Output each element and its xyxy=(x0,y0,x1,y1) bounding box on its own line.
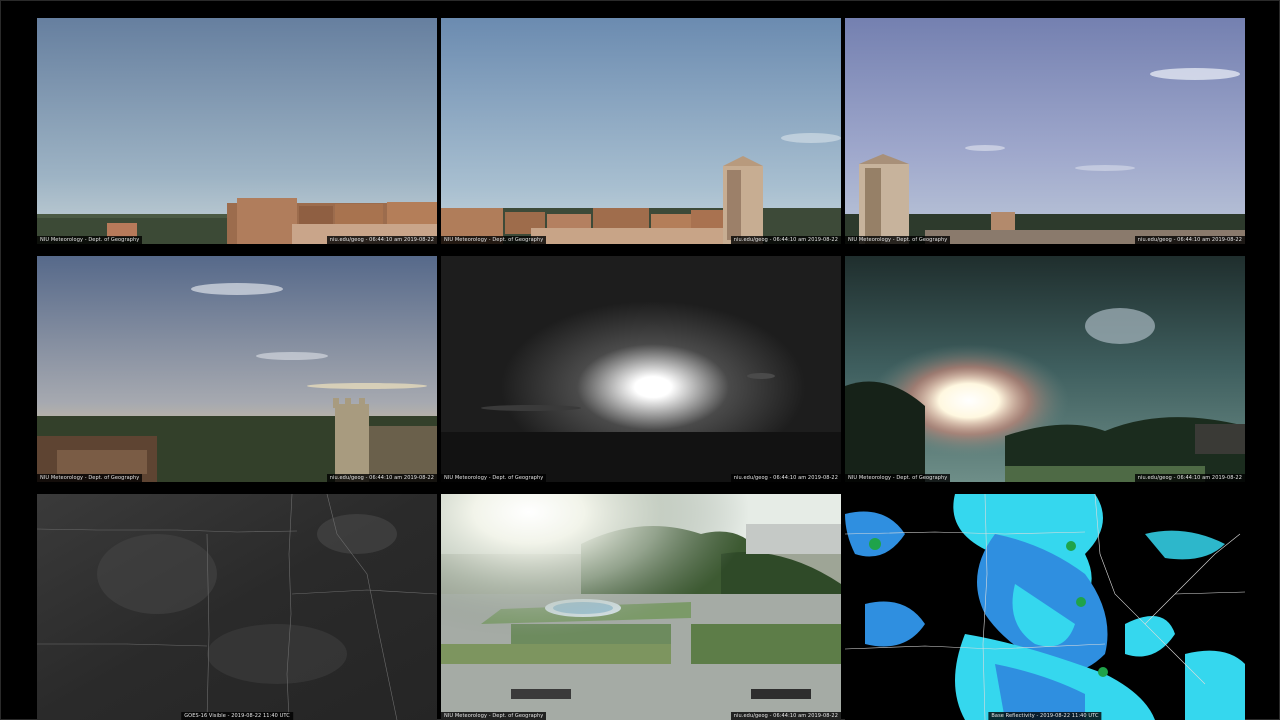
timestamp-label: niu.edu/geog - 06:44:10 am 2019-08-22 xyxy=(730,474,841,482)
camera-label: NIU Meteorology - Dept. of Geography xyxy=(441,474,547,482)
camera-label: NIU Meteorology - Dept. of Geography xyxy=(37,236,143,244)
webcam-tile-3[interactable]: NIU Meteorology - Dept. of Geography niu… xyxy=(845,18,1245,244)
webcam-image-6 xyxy=(845,256,1245,482)
camera-label: NIU Meteorology - Dept. of Geography xyxy=(845,474,951,482)
radar-tile[interactable]: Base Reflectivity - 2019-08-22 11:40 UTC xyxy=(845,494,1245,720)
timestamp-label: niu.edu/geog - 06:44:10 am 2019-08-22 xyxy=(326,236,437,244)
webcam-tile-2[interactable]: NIU Meteorology - Dept. of Geography niu… xyxy=(441,18,841,244)
satellite-image xyxy=(37,494,437,720)
webcam-image-4 xyxy=(37,256,437,482)
webcam-image-5 xyxy=(441,256,841,482)
webcam-image-8 xyxy=(441,494,841,720)
camera-label: NIU Meteorology - Dept. of Geography xyxy=(441,712,547,720)
timestamp-label: niu.edu/geog - 06:44:10 am 2019-08-22 xyxy=(730,236,841,244)
timestamp-label: niu.edu/geog - 06:44:10 am 2019-08-22 xyxy=(730,712,841,720)
satellite-tile[interactable]: GOES-16 Visible - 2019-08-22 11:40 UTC xyxy=(37,494,437,720)
webcam-tile-4[interactable]: NIU Meteorology - Dept. of Geography niu… xyxy=(37,256,437,482)
timestamp-label: niu.edu/geog - 06:44:10 am 2019-08-22 xyxy=(1134,474,1245,482)
webcam-tile-6[interactable]: NIU Meteorology - Dept. of Geography niu… xyxy=(845,256,1245,482)
timestamp-label: niu.edu/geog - 06:44:10 am 2019-08-22 xyxy=(1134,236,1245,244)
radar-caption: Base Reflectivity - 2019-08-22 11:40 UTC xyxy=(988,712,1102,720)
camera-label: NIU Meteorology - Dept. of Geography xyxy=(37,474,143,482)
webcam-tile-5[interactable]: NIU Meteorology - Dept. of Geography niu… xyxy=(441,256,841,482)
webcam-image-2 xyxy=(441,18,841,244)
camera-label: NIU Meteorology - Dept. of Geography xyxy=(441,236,547,244)
timestamp-label: niu.edu/geog - 06:44:10 am 2019-08-22 xyxy=(326,474,437,482)
camera-label: NIU Meteorology - Dept. of Geography xyxy=(845,236,951,244)
webcam-image-1 xyxy=(37,18,437,244)
webcam-grid-frame: NIU Meteorology - Dept. of Geography niu… xyxy=(0,0,1280,720)
satellite-caption: GOES-16 Visible - 2019-08-22 11:40 UTC xyxy=(181,712,293,720)
radar-image xyxy=(845,494,1245,720)
webcam-tile-1[interactable]: NIU Meteorology - Dept. of Geography niu… xyxy=(37,18,437,244)
webcam-image-3 xyxy=(845,18,1245,244)
webcam-tile-8[interactable]: NIU Meteorology - Dept. of Geography niu… xyxy=(441,494,841,720)
